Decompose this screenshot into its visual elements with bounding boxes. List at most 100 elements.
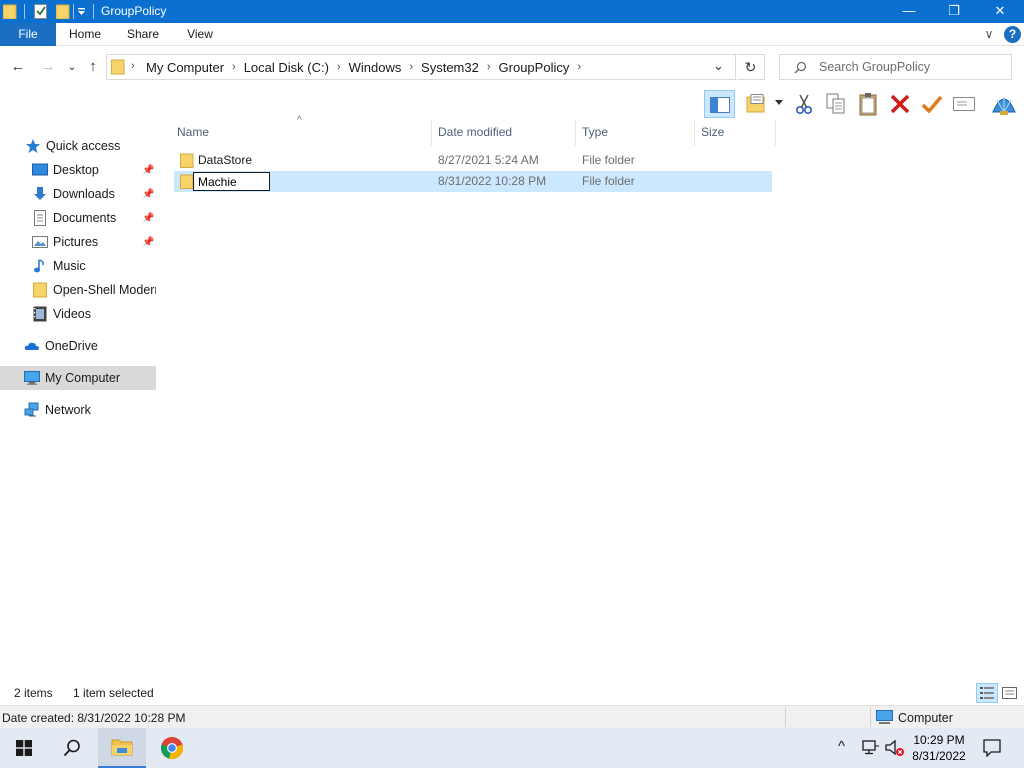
breadcrumb-item[interactable]: Windows	[349, 60, 402, 75]
column-divider[interactable]	[775, 120, 776, 146]
taskbar-file-explorer[interactable]	[98, 728, 146, 768]
search-icon	[794, 61, 807, 74]
explorer-window: GroupPolicy — ❐ ✕ File Home Share View ∨…	[0, 0, 1024, 728]
notifications-icon[interactable]	[983, 739, 1001, 757]
navigation-pane: Quick access Desktop 📌 Downloads 📌 Docum…	[0, 120, 160, 680]
customize-qa-icon[interactable]	[77, 7, 86, 17]
help-icon[interactable]: ?	[1004, 26, 1021, 43]
view-mode-button[interactable]	[744, 90, 772, 118]
large-icons-view-icon	[1002, 687, 1017, 699]
copy-button[interactable]	[822, 90, 850, 118]
sidebar-item-open-shell[interactable]: Open-Shell Modern	[0, 278, 156, 302]
pane-icon	[710, 97, 730, 113]
breadcrumb-separator[interactable]: ›	[487, 61, 491, 73]
search-button[interactable]	[48, 728, 96, 768]
properties-button[interactable]	[918, 90, 946, 118]
details-view-button[interactable]	[976, 683, 998, 703]
tab-share[interactable]: Share	[120, 23, 166, 46]
folder-icon	[33, 282, 47, 298]
file-type: File folder	[582, 153, 635, 167]
refresh-button[interactable]: ↻	[737, 54, 765, 80]
delete-button[interactable]	[886, 90, 914, 118]
sidebar-item-pictures[interactable]: Pictures 📌	[0, 230, 156, 254]
breadcrumb-separator[interactable]: ›	[337, 61, 341, 73]
view-icon	[746, 94, 765, 113]
sidebar-item-documents[interactable]: Documents 📌	[0, 206, 156, 230]
pin-icon: 📌	[142, 236, 155, 248]
star-icon	[26, 139, 40, 153]
breadcrumb-item[interactable]: My Computer	[146, 60, 224, 75]
clock-date: 8/31/2022	[912, 749, 966, 763]
breadcrumb-separator[interactable]: ›	[232, 61, 236, 73]
delete-x-icon	[890, 95, 910, 113]
rename-input[interactable]	[193, 172, 270, 191]
sidebar-item-desktop[interactable]: Desktop 📌	[0, 158, 156, 182]
open-shell-settings-button[interactable]	[990, 90, 1018, 118]
up-button[interactable]: ↑	[82, 55, 104, 79]
sidebar-item-downloads[interactable]: Downloads 📌	[0, 182, 156, 206]
column-header-size[interactable]: Size	[695, 120, 775, 144]
recent-locations-button[interactable]: ⌄	[61, 55, 83, 79]
folder-icon	[180, 153, 194, 168]
sidebar-item-quick-access[interactable]: Quick access	[0, 134, 156, 158]
close-button[interactable]: ✕	[977, 0, 1023, 23]
sidebar-item-network[interactable]: Network	[0, 398, 156, 422]
system-clock[interactable]: 10:29 PM 8/31/2022	[902, 732, 976, 764]
breadcrumb-item[interactable]: System32	[421, 60, 479, 75]
breadcrumb-item[interactable]: GroupPolicy	[499, 60, 570, 75]
file-name: DataStore	[198, 153, 253, 167]
column-header-name[interactable]: Name	[171, 120, 431, 144]
breadcrumb-separator[interactable]: ›	[409, 61, 413, 73]
maximize-button[interactable]: ❐	[931, 0, 977, 23]
breadcrumb-separator[interactable]: ›	[577, 61, 581, 73]
folder-icon	[3, 4, 17, 19]
sidebar-item-label: Pictures	[53, 235, 99, 249]
details-separator	[870, 708, 871, 727]
tab-file[interactable]: File	[0, 23, 56, 46]
tab-home[interactable]: Home	[62, 23, 108, 46]
taskbar-chrome[interactable]	[148, 728, 196, 768]
start-button[interactable]	[0, 728, 48, 768]
search-box[interactable]: Search GroupPolicy	[779, 54, 1012, 80]
download-icon	[34, 187, 46, 200]
sidebar-item-onedrive[interactable]: OneDrive	[0, 334, 156, 358]
sidebar-item-label: Music	[53, 259, 86, 273]
windows-logo-icon	[16, 740, 32, 756]
tray-overflow-button[interactable]: ^	[838, 738, 845, 755]
table-row[interactable]: 8/31/2022 10:28 PM File folder	[174, 171, 772, 192]
window-title: GroupPolicy	[101, 4, 167, 18]
breadcrumb-item[interactable]: Local Disk (C:)	[244, 60, 329, 75]
address-root-separator[interactable]: ›	[131, 60, 135, 72]
location-zone: Computer	[876, 710, 953, 725]
sidebar-item-videos[interactable]: Videos	[0, 302, 156, 326]
qa-separator	[24, 4, 25, 19]
column-header-type[interactable]: Type	[576, 120, 694, 144]
large-icons-view-button[interactable]	[1000, 683, 1020, 703]
ribbon-expand-button[interactable]: ∨	[980, 23, 998, 46]
sidebar-item-my-computer[interactable]: My Computer	[0, 366, 156, 390]
new-folder-icon[interactable]	[56, 4, 70, 19]
computer-icon	[876, 710, 893, 724]
paste-button[interactable]	[854, 90, 882, 118]
title-bar: GroupPolicy — ❐ ✕	[0, 0, 1024, 23]
view-mode-dropdown[interactable]	[775, 100, 783, 105]
email-button[interactable]	[950, 90, 978, 118]
forward-button[interactable]: →	[37, 55, 59, 79]
computer-icon	[24, 371, 40, 385]
minimize-button[interactable]: —	[886, 0, 932, 23]
column-header-date[interactable]: Date modified	[432, 120, 575, 144]
copy-icon	[826, 93, 845, 114]
video-icon	[33, 306, 47, 322]
tab-view[interactable]: View	[178, 23, 222, 46]
navigation-pane-toggle[interactable]	[704, 90, 735, 118]
network-status-icon[interactable]	[862, 740, 880, 756]
address-dropdown-button[interactable]: ⌄	[713, 58, 724, 74]
cut-button[interactable]	[790, 90, 818, 118]
sidebar-item-label: Desktop	[53, 163, 99, 177]
scissors-icon	[795, 94, 813, 115]
sidebar-item-music[interactable]: Music	[0, 254, 156, 278]
back-button[interactable]: ←	[7, 55, 29, 79]
properties-icon[interactable]	[34, 4, 48, 19]
table-row[interactable]: DataStore 8/27/2021 5:24 AM File folder	[174, 150, 772, 171]
sidebar-item-label: My Computer	[45, 371, 121, 385]
